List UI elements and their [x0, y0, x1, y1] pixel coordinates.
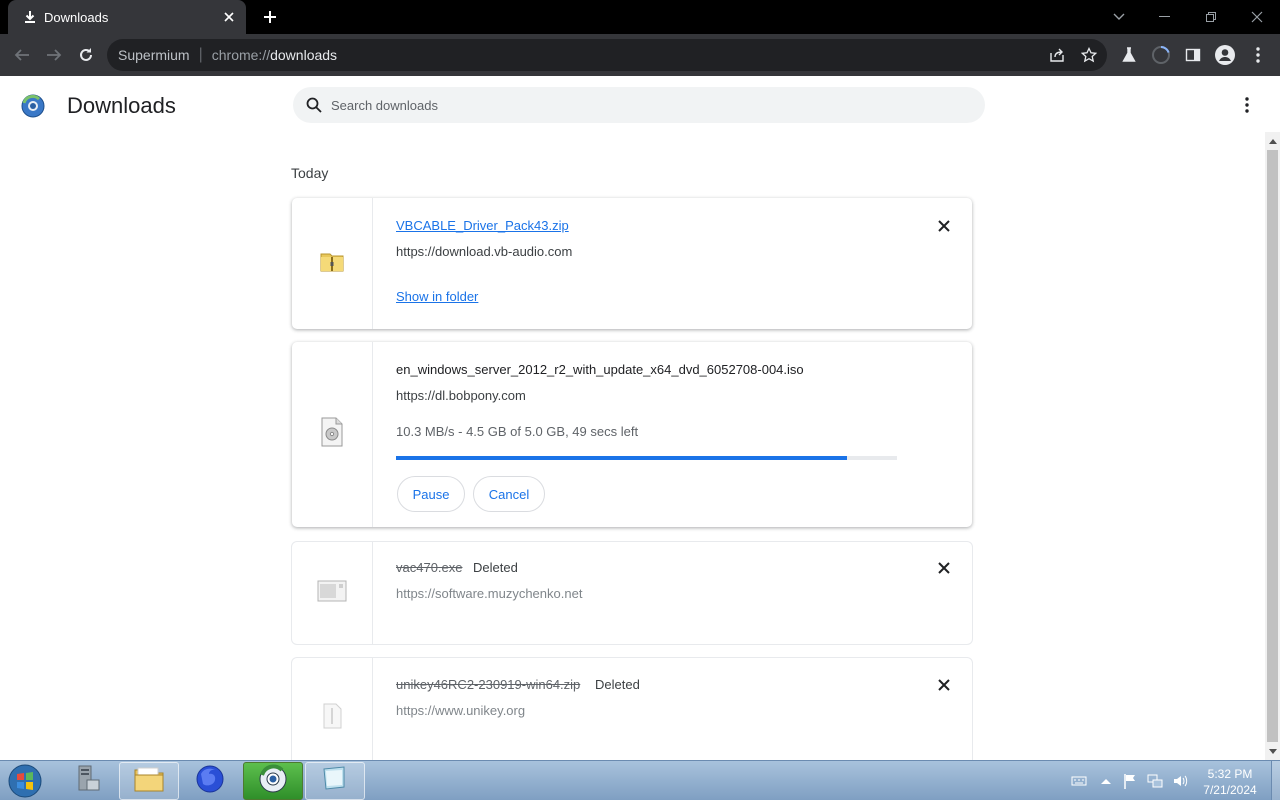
application-icon [317, 579, 347, 608]
forward-button[interactable] [40, 41, 68, 69]
side-panel-icon[interactable] [1181, 43, 1205, 67]
clock-date: 7/21/2024 [1203, 783, 1257, 797]
start-button[interactable] [5, 762, 45, 800]
deleted-label: Deleted [473, 560, 518, 575]
show-in-folder-link[interactable]: Show in folder [396, 289, 478, 304]
download-progress-icon[interactable] [1149, 43, 1173, 67]
page-scrollbar[interactable] [1265, 132, 1280, 760]
minimize-button[interactable] [1142, 0, 1188, 34]
scrollbar-thumb[interactable] [1267, 150, 1278, 742]
progress-bar [396, 456, 897, 460]
source-url[interactable]: https://software.muzychenko.net [396, 586, 582, 601]
search-icon [305, 96, 323, 114]
window-app-icon [320, 765, 350, 798]
source-url[interactable]: https://dl.bobpony.com [396, 388, 526, 403]
server-manager-icon [73, 764, 103, 799]
show-hidden-icons-icon[interactable] [1097, 772, 1115, 790]
labs-flask-icon[interactable] [1117, 43, 1141, 67]
close-window-button[interactable] [1234, 0, 1280, 34]
show-desktop-button[interactable] [1271, 761, 1280, 800]
keyboard-icon[interactable] [1070, 772, 1088, 790]
network-icon[interactable] [1146, 772, 1164, 790]
file-icon-column [292, 342, 373, 527]
taskbar-app[interactable] [305, 762, 365, 800]
tab-downloads[interactable]: Downloads [8, 0, 246, 34]
supermium-logo-icon [21, 94, 45, 118]
file-icon-column [292, 542, 373, 644]
search-input[interactable] [331, 97, 931, 113]
disc-image-icon [319, 417, 345, 452]
browser-toolbar: Supermium | chrome://downloads [0, 34, 1280, 76]
downloads-page: Downloads Today VBCABLE_Driver_Pack43.zi… [0, 76, 1280, 760]
folder-icon [133, 765, 165, 798]
date-heading: Today [291, 165, 329, 181]
reload-button[interactable] [72, 41, 100, 69]
file-name: vac470.exe [396, 560, 463, 575]
taskbar-file-explorer[interactable] [119, 762, 179, 800]
restore-button[interactable] [1188, 0, 1234, 34]
file-name-link[interactable]: VBCABLE_Driver_Pack43.zip [396, 218, 569, 233]
progress-fill [396, 456, 847, 460]
clock-time: 5:32 PM [1207, 767, 1253, 781]
file-icon-column [292, 198, 373, 329]
action-center-flag-icon[interactable] [1121, 772, 1139, 790]
tab-search-icon[interactable] [1096, 0, 1142, 34]
volume-icon[interactable] [1171, 772, 1189, 790]
windows-taskbar: 5:32 PM 7/21/2024 [0, 760, 1280, 800]
zip-folder-icon [318, 247, 346, 280]
remove-item-icon[interactable] [933, 674, 955, 696]
remove-item-icon[interactable] [933, 215, 955, 237]
site-chip: Supermium [118, 47, 190, 63]
share-icon[interactable] [1047, 45, 1067, 65]
file-name: en_windows_server_2012_r2_with_update_x6… [396, 362, 804, 377]
more-actions-icon[interactable] [1236, 94, 1258, 116]
browser-menu-icon[interactable] [1246, 43, 1270, 67]
bookmark-star-icon[interactable] [1079, 45, 1099, 65]
download-item-deleted: vac470.exe Deleted https://software.muzy… [292, 542, 972, 644]
source-url[interactable]: https://www.unikey.org [396, 703, 525, 718]
firefox-icon [195, 764, 225, 799]
supermium-icon [258, 764, 288, 799]
download-status: 10.3 MB/s - 4.5 GB of 5.0 GB, 49 secs le… [396, 424, 639, 439]
tab-title: Downloads [44, 9, 109, 25]
download-item: VBCABLE_Driver_Pack43.zip https://downlo… [292, 198, 972, 329]
system-clock[interactable]: 5:32 PM 7/21/2024 [1190, 766, 1270, 798]
zip-file-icon [320, 702, 344, 735]
new-tab-button[interactable] [258, 6, 282, 28]
deleted-label: Deleted [595, 677, 640, 692]
url-scheme: chrome:// [211, 47, 271, 63]
url-host: downloads [270, 47, 338, 63]
download-item-in-progress: en_windows_server_2012_r2_with_update_x6… [292, 342, 972, 527]
cancel-button[interactable]: Cancel [473, 476, 545, 512]
page-title: Downloads [67, 93, 176, 118]
profile-avatar-icon[interactable] [1213, 43, 1237, 67]
search-bar[interactable] [293, 87, 985, 123]
tab-strip: Downloads [0, 0, 1280, 34]
file-icon-column [292, 658, 373, 760]
pause-button[interactable]: Pause [397, 476, 465, 512]
address-separator: | [198, 46, 203, 63]
address-bar[interactable]: Supermium | chrome://downloads [107, 39, 1107, 71]
taskbar-supermium[interactable] [243, 762, 303, 800]
remove-item-icon[interactable] [933, 557, 955, 579]
download-icon [22, 9, 38, 25]
download-item-deleted: unikey46RC2-230919-win64.zip Deleted htt… [292, 658, 972, 760]
file-name: unikey46RC2-230919-win64.zip [396, 677, 581, 692]
scroll-up-arrow-icon[interactable] [1265, 134, 1280, 148]
taskbar-firefox[interactable] [180, 762, 240, 800]
taskbar-server-manager[interactable] [58, 762, 118, 800]
tab-close-icon[interactable] [218, 6, 240, 28]
scroll-down-arrow-icon[interactable] [1265, 744, 1280, 758]
source-url[interactable]: https://download.vb-audio.com [396, 244, 572, 259]
back-button[interactable] [8, 41, 36, 69]
